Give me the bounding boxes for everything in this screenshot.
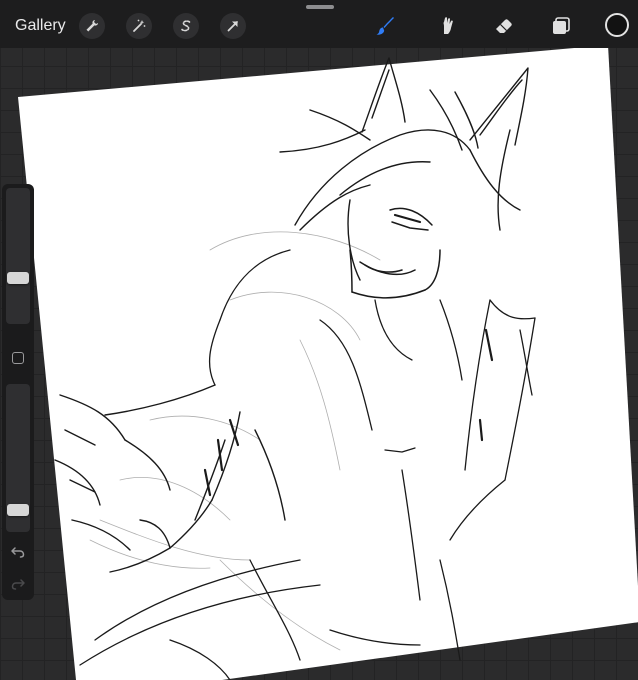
opacity-thumb[interactable] [7, 504, 29, 516]
redo-icon[interactable] [10, 576, 26, 597]
smudge-icon[interactable] [434, 13, 460, 39]
brush-size-thumb[interactable] [7, 272, 29, 284]
undo-icon[interactable] [10, 544, 26, 565]
opacity-slider[interactable] [6, 384, 30, 532]
drawing-canvas[interactable] [0, 0, 638, 680]
gallery-button[interactable]: Gallery [15, 17, 66, 35]
top-toolbar: Gallery [0, 0, 638, 48]
layers-icon[interactable] [548, 13, 574, 39]
canvas-paper [18, 45, 638, 680]
brush-size-slider[interactable] [6, 188, 30, 324]
selection-s-icon[interactable] [173, 13, 199, 39]
left-sidebar [2, 184, 34, 600]
brush-icon[interactable] [372, 13, 398, 39]
transform-arrow-icon[interactable] [220, 13, 246, 39]
color-swatch[interactable] [605, 13, 629, 37]
modify-square-icon[interactable] [12, 352, 24, 364]
adjustments-magic-wand-icon[interactable] [126, 13, 152, 39]
eraser-icon[interactable] [491, 13, 517, 39]
actions-wrench-icon[interactable] [79, 13, 105, 39]
canvas-area[interactable] [0, 0, 638, 680]
toolbar-grabber[interactable] [306, 5, 334, 9]
